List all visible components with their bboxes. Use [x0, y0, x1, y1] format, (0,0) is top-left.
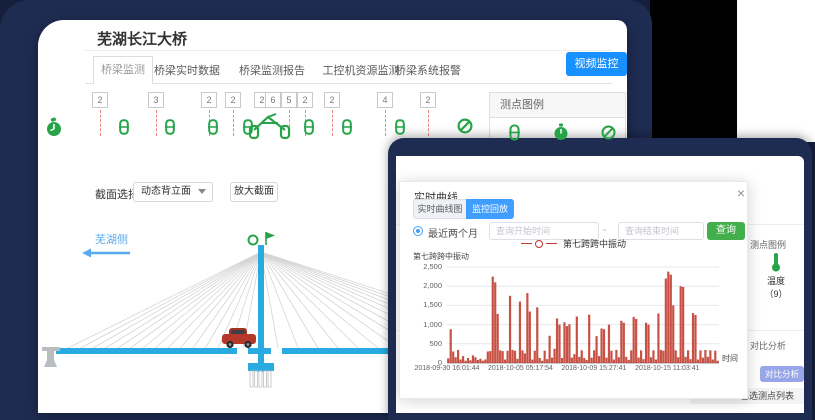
sensor-count-badge: 2	[324, 92, 340, 108]
no-signal-icon[interactable]	[457, 118, 473, 139]
sensor-count-badge: 2	[92, 92, 108, 108]
sensor-dash	[332, 110, 333, 136]
tower-flag-icon	[266, 232, 275, 239]
bridge-deck	[248, 348, 271, 354]
stopwatch-icon	[553, 123, 569, 146]
tower-top-sensor-icon[interactable]	[249, 236, 258, 245]
close-icon[interactable]: ×	[734, 185, 748, 201]
tab-bridge-realtime-data[interactable]: 桥梁实时数据	[142, 62, 232, 78]
legend-panel-title: 测点图例	[490, 93, 625, 118]
sensor-count-badge: 2	[225, 92, 241, 108]
x-axis-title: 时间	[722, 353, 738, 364]
temperature-count: （9）	[752, 287, 800, 300]
temperature-legend-item: 温度 （9）	[752, 252, 800, 300]
tab-realtime-curve[interactable]: 实时曲线图	[413, 199, 467, 219]
x-tick-label: 2018-10-09 15:27:41	[552, 365, 636, 372]
temperature-label: 温度	[752, 274, 800, 287]
sensor-dash	[233, 110, 234, 136]
chain-sensor-icon[interactable]	[304, 119, 314, 140]
sensor-count-badge: 6	[265, 92, 281, 108]
legend-line-icon	[521, 243, 532, 244]
sensor-dash	[156, 110, 157, 136]
page-title: 芜湖长江大桥	[97, 28, 187, 49]
sensor-count-badge: 3	[148, 92, 164, 108]
section-select-value: 动态背立面	[141, 186, 191, 197]
sensor-dash	[428, 110, 429, 136]
tab-bridge-report[interactable]: 桥梁监测报告	[227, 62, 317, 78]
bridge-side-label: 芜湖侧	[95, 232, 128, 246]
x-tick-label: 2018-09-30 16:01:44	[405, 365, 489, 372]
x-tick-label: 2018-10-15 11:03:41	[625, 365, 709, 372]
sensor-dash	[385, 110, 386, 136]
truss-sensor-icon[interactable]	[248, 112, 292, 145]
sensor-count-badge: 4	[377, 92, 393, 108]
sensor-dash	[100, 110, 101, 136]
car	[222, 328, 256, 348]
last-two-months-radio[interactable]	[413, 226, 423, 236]
section-select-dropdown[interactable]: 动态背立面	[133, 182, 213, 202]
title-divider	[85, 50, 612, 51]
tab-bridge-monitor[interactable]: 桥梁监测	[93, 56, 153, 84]
sensor-count-badge: 2	[297, 92, 313, 108]
chevron-down-icon	[198, 189, 206, 194]
chain-sensor-icon	[509, 124, 520, 146]
black-backdrop	[650, 0, 737, 146]
legend-series-label: 第七跨跨中振动	[563, 237, 626, 250]
chart-legend: 第七跨跨中振动	[400, 237, 747, 250]
screen: 芜湖长江大桥 桥梁监测 桥梁实时数据 桥梁监测报告 工控机资源监测 桥梁系统报警…	[0, 0, 815, 420]
tab-monitor-playback[interactable]: 监控回放	[466, 199, 514, 219]
enlarge-section-button[interactable]: 放大截面	[230, 182, 278, 202]
tower-pier	[248, 363, 274, 387]
chain-sensor-icon[interactable]	[342, 119, 352, 140]
video-monitor-button[interactable]: 视频监控	[566, 52, 627, 76]
compare-analysis-button[interactable]: 对比分析	[760, 366, 804, 382]
sensor-count-badge: 2	[201, 92, 217, 108]
background-window	[735, 0, 815, 142]
sensor-count-badge: 5	[281, 92, 297, 108]
chain-sensor-icon[interactable]	[395, 119, 405, 140]
vibration-chart: 第七跨跨中振动 05001,0001,5002,0002,5002018-09-…	[409, 251, 743, 385]
left-arrow-head	[82, 249, 91, 258]
left-pier	[42, 347, 60, 367]
x-tick-label: 2018-10-05 05:17:54	[478, 365, 562, 372]
stopwatch-sensor-icon[interactable]	[45, 117, 63, 142]
tab-bridge-alarm[interactable]: 桥梁系统报警	[383, 62, 473, 78]
chain-sensor-icon[interactable]	[165, 119, 175, 140]
disabled-point-icon	[601, 125, 616, 145]
tabbar-divider	[85, 83, 612, 84]
sensor-count-badge: 2	[420, 92, 436, 108]
chain-sensor-icon[interactable]	[119, 119, 129, 140]
date-range-separator: -	[603, 225, 606, 236]
bridge-deck	[56, 348, 237, 354]
realtime-curve-dialog: 实时曲线 × 实时曲线图 监控回放 最近两个月 - 查询 第七跨跨中振动 第七跨…	[399, 181, 748, 399]
legend-marker-icon	[535, 240, 543, 248]
thermometer-icon	[770, 264, 782, 274]
legend-line-icon	[546, 243, 557, 244]
chain-sensor-icon[interactable]	[208, 119, 218, 140]
